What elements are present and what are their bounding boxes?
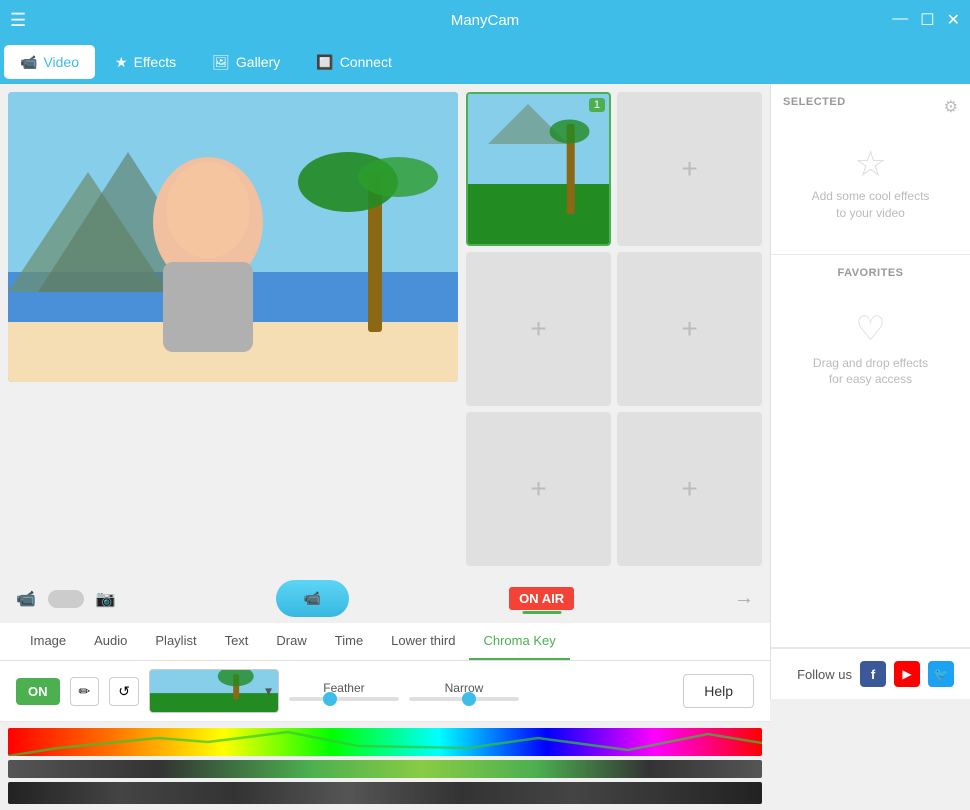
grid-cell-3[interactable]: +: [466, 252, 611, 406]
add-source-icon-6: +: [681, 473, 697, 505]
tab-lower-third[interactable]: Lower third: [377, 623, 469, 660]
tab-draw[interactable]: Draw: [262, 623, 320, 660]
video-area: 1 + + + + +: [0, 84, 770, 574]
tab-text[interactable]: Text: [211, 623, 263, 660]
eyedropper-button[interactable]: ✏: [70, 677, 100, 706]
effects-tab-label: Effects: [134, 54, 177, 70]
eyedropper-icon: ✏: [79, 683, 91, 699]
narrow-slider[interactable]: [409, 697, 519, 701]
gallery-tab-label: Gallery: [236, 54, 280, 70]
add-source-icon-4: +: [681, 313, 697, 345]
source-toggle[interactable]: [48, 590, 84, 608]
favorites-section: FAVORITES ♡ Drag and drop effects for ea…: [771, 255, 970, 648]
green-bar: [8, 760, 762, 778]
close-button[interactable]: ✕: [947, 10, 960, 30]
right-panel: SELECTED ⚙ ☆ Add some cool effects to yo…: [770, 84, 970, 699]
rainbow-bar: [8, 728, 762, 756]
selected-desc: Add some cool effects to your video: [812, 188, 930, 222]
tab-gallery[interactable]: 🖼 Gallery: [196, 45, 296, 79]
heart-icon: ♡: [855, 309, 885, 349]
selected-section: SELECTED ⚙ ☆ Add some cool effects to yo…: [771, 84, 970, 255]
background-preview[interactable]: ▾: [149, 669, 279, 713]
twitter-icon: 🐦: [934, 667, 949, 681]
record-button[interactable]: 📹: [276, 580, 349, 617]
video-grid: 1 + + + + +: [466, 92, 762, 566]
help-button[interactable]: Help: [683, 674, 754, 708]
minimize-button[interactable]: —: [892, 10, 908, 30]
feather-slider[interactable]: [289, 697, 399, 701]
grid-cell-6[interactable]: +: [617, 412, 762, 566]
grid-cell-2[interactable]: +: [617, 92, 762, 246]
twitter-button[interactable]: 🐦: [928, 661, 954, 687]
tab-video[interactable]: 📹 Video: [4, 45, 95, 79]
star-icon: ☆: [854, 146, 886, 182]
app-title: ManyCam: [451, 12, 519, 29]
selected-empty-area: ☆ Add some cool effects to your video: [783, 126, 958, 242]
add-source-icon-3: +: [530, 313, 546, 345]
grid-cell-1[interactable]: 1: [466, 92, 611, 246]
selected-title: SELECTED: [783, 96, 846, 108]
add-source-icon-2: +: [681, 153, 697, 185]
favorites-desc: Drag and drop effects for easy access: [813, 355, 928, 389]
facebook-icon: f: [871, 667, 875, 682]
main-content: 1 + + + + +: [0, 84, 970, 699]
chroma-key-controls: ON ✏ ↺ ▾ Feather Narrow: [0, 661, 770, 722]
main-tabbar: 📹 Video ★ Effects 🖼 Gallery 🔲 Connect: [0, 40, 970, 84]
tab-effects[interactable]: ★ Effects: [99, 45, 192, 79]
webcam-icon: 📹: [16, 589, 36, 609]
reset-icon: ↺: [118, 683, 130, 699]
tab-chroma-key[interactable]: Chroma Key: [469, 623, 569, 660]
tab-playlist[interactable]: Playlist: [141, 623, 210, 660]
selected-header: SELECTED ⚙: [783, 96, 958, 118]
filter-icon[interactable]: ⚙: [944, 97, 958, 117]
controls-bar: 📹 📷 📹 ON AIR →: [0, 574, 770, 623]
effects-tab-icon: ★: [115, 54, 128, 71]
narrow-slider-group: Narrow: [409, 681, 519, 701]
main-video: [8, 92, 458, 382]
feather-slider-group: Feather: [289, 681, 399, 701]
follow-label: Follow us: [797, 667, 852, 682]
dark-bar: [8, 782, 762, 804]
grid-cell-4[interactable]: +: [617, 252, 762, 406]
grid-cell-number-1: 1: [589, 98, 605, 112]
follow-section: Follow us f ▶ 🐦: [771, 648, 970, 699]
tab-image[interactable]: Image: [16, 623, 80, 660]
menu-icon[interactable]: ☰: [10, 10, 26, 31]
chroma-on-button[interactable]: ON: [16, 678, 60, 705]
reset-button[interactable]: ↺: [109, 677, 139, 706]
color-bars: [0, 722, 770, 810]
titlebar: ☰ ManyCam — ☐ ✕: [0, 0, 970, 40]
tab-connect[interactable]: 🔲 Connect: [300, 45, 408, 79]
video-placeholder: [8, 92, 458, 382]
favorites-empty-area: ♡ Drag and drop effects for easy access: [783, 289, 958, 409]
facebook-button[interactable]: f: [860, 661, 886, 687]
tab-audio[interactable]: Audio: [80, 623, 141, 660]
left-panel: 1 + + + + +: [0, 84, 770, 699]
next-arrow-button[interactable]: →: [734, 587, 754, 610]
favorites-title: FAVORITES: [783, 267, 958, 279]
youtube-icon: ▶: [902, 667, 911, 681]
grid-thumb-1: [468, 94, 609, 244]
window-controls: — ☐ ✕: [892, 10, 960, 30]
video-tab-icon: 📹: [20, 54, 37, 71]
gallery-tab-icon: 🖼: [212, 54, 230, 71]
video-tab-label: Video: [43, 54, 79, 70]
on-air-badge: ON AIR: [509, 587, 574, 610]
tab-time[interactable]: Time: [321, 623, 377, 660]
preview-dropdown-icon: ▾: [265, 683, 272, 700]
screenshot-icon[interactable]: 📷: [96, 589, 116, 609]
connect-tab-icon: 🔲: [316, 54, 333, 71]
maximize-button[interactable]: ☐: [920, 10, 934, 30]
effects-tabbar: Image Audio Playlist Text Draw Time Lowe…: [0, 623, 770, 661]
record-icon: 📹: [304, 590, 321, 607]
connect-tab-label: Connect: [340, 54, 392, 70]
youtube-button[interactable]: ▶: [894, 661, 920, 687]
grid-cell-5[interactable]: +: [466, 412, 611, 566]
add-source-icon-5: +: [530, 473, 546, 505]
